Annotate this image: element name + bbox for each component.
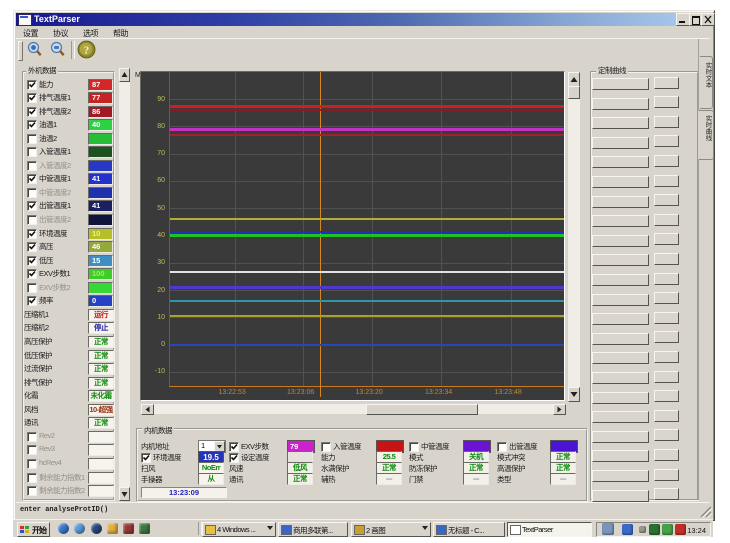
svg-text:?: ? <box>84 45 90 57</box>
